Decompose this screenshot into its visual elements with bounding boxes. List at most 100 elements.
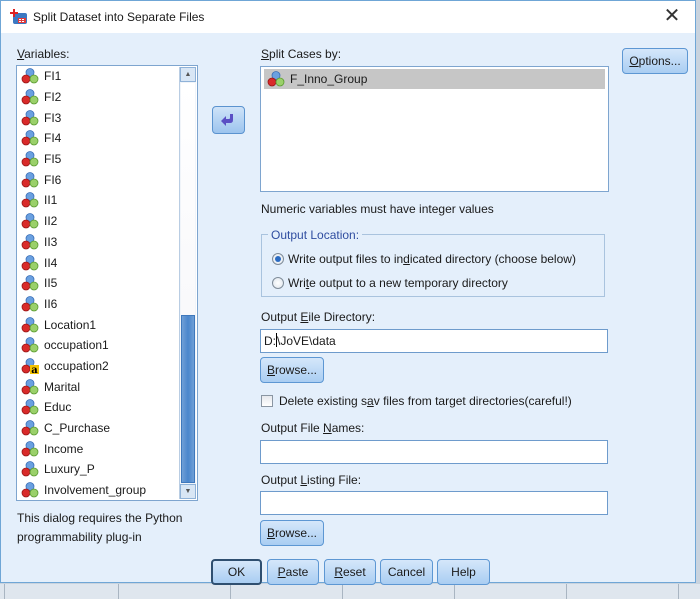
- variable-name: FI3: [44, 110, 62, 125]
- variable-name: II4: [44, 255, 58, 270]
- variable-item[interactable]: II6: [17, 294, 180, 315]
- python-note-line1: This dialog requires the Python: [17, 511, 183, 525]
- output-listing-label: Output Listing File:: [261, 473, 362, 487]
- variable-name: II6: [44, 296, 58, 311]
- split-case-item[interactable]: F_Inno_Group: [264, 69, 605, 89]
- variable-name: Luxury_P: [44, 462, 95, 477]
- nominal-variable-icon: [21, 213, 39, 229]
- browse-directory-button[interactable]: Browse...: [260, 357, 324, 383]
- variable-name: Involvement_group: [44, 483, 147, 498]
- scroll-down-button[interactable]: ▼: [180, 484, 196, 499]
- variable-name: occupation2: [44, 358, 109, 373]
- python-note-line2: programmability plug-in: [17, 530, 142, 544]
- variable-item[interactable]: FI1: [17, 66, 180, 87]
- variable-item[interactable]: Educ: [17, 397, 180, 418]
- nominal-variable-icon: [21, 399, 39, 415]
- variable-name: FI5: [44, 152, 62, 167]
- variable-item[interactable]: FI3: [17, 107, 180, 128]
- nominal-variable-icon: [21, 233, 39, 250]
- variables-label: Variables:: [17, 47, 70, 61]
- variable-item[interactable]: C_Purchase: [17, 418, 180, 439]
- radio-indicated-directory[interactable]: Write output files to indicated director…: [272, 252, 576, 266]
- variable-name: II2: [44, 214, 58, 229]
- nominal-variable-icon: [21, 275, 39, 291]
- nominal-variable-icon: [21, 378, 39, 395]
- variable-name: FI6: [44, 172, 62, 187]
- split-cases-listbox[interactable]: F_Inno_Group: [260, 66, 609, 192]
- split-case-name: F_Inno_Group: [290, 72, 368, 86]
- options-button[interactable]: Options...: [622, 48, 688, 74]
- variable-name: II3: [44, 234, 58, 249]
- variables-scrollbar[interactable]: ▲ ▼: [179, 67, 196, 499]
- triangle-down-icon: ▼: [184, 488, 192, 495]
- nominal-variable-icon: [21, 192, 39, 208]
- variable-name: FI2: [44, 90, 62, 105]
- variable-item[interactable]: II2: [17, 211, 180, 232]
- variable-item[interactable]: a occupation2: [17, 356, 180, 377]
- cancel-button[interactable]: Cancel: [380, 559, 433, 585]
- paste-button[interactable]: Paste: [267, 559, 319, 585]
- split-cases-label: Split Cases by:: [261, 47, 342, 61]
- variable-name: Location1: [44, 317, 97, 332]
- scroll-thumb[interactable]: [181, 315, 195, 483]
- output-file-names-label: Output File Names:: [261, 421, 365, 435]
- ok-button[interactable]: OK: [211, 559, 262, 585]
- variable-item[interactable]: II3: [17, 232, 180, 253]
- variable-item[interactable]: FI2: [17, 87, 180, 108]
- move-variable-button[interactable]: [212, 106, 245, 134]
- variable-item[interactable]: FI6: [17, 169, 180, 190]
- radio-label: Write output to a new temporary director…: [288, 276, 508, 290]
- variable-item[interactable]: occupation1: [17, 335, 180, 356]
- variable-item[interactable]: Location1: [17, 314, 180, 335]
- browse-listing-button[interactable]: Browse...: [260, 520, 324, 546]
- variable-item[interactable]: II5: [17, 273, 180, 294]
- dialog-title: Split Dataset into Separate Files: [33, 10, 205, 24]
- scroll-up-button[interactable]: ▲: [180, 67, 196, 82]
- variable-item[interactable]: Luxury_P: [17, 459, 180, 480]
- variable-item[interactable]: Income: [17, 438, 180, 459]
- radio-label: Write output files to indicated director…: [288, 252, 576, 266]
- radio-temporary-directory[interactable]: Write output to a new temporary director…: [272, 276, 508, 290]
- variable-item[interactable]: Involvement_group: [17, 480, 180, 500]
- nominal-variable-icon: [21, 316, 39, 332]
- nominal-variable-icon: [21, 420, 39, 436]
- nominal-variable-icon: [267, 71, 285, 87]
- nominal-variable-icon: [21, 254, 39, 270]
- nominal-variable-icon: [21, 171, 39, 188]
- close-button[interactable]: ✕: [661, 5, 683, 27]
- nominal-variable-icon: [21, 296, 39, 312]
- variable-name: Income: [44, 441, 84, 456]
- arrow-left-icon: [221, 114, 233, 126]
- nominal-variable-icon: [21, 89, 39, 105]
- output-directory-input[interactable]: D:\JoVE\data: [260, 329, 608, 353]
- background-spreadsheet-grid: [0, 584, 700, 599]
- variable-name: C_Purchase: [44, 421, 111, 436]
- variable-name: II1: [44, 193, 58, 208]
- radio-button-unchecked[interactable]: [272, 277, 284, 289]
- svg-text:a: a: [31, 365, 38, 374]
- variable-item[interactable]: FI5: [17, 149, 180, 170]
- nominal-variable-icon: [21, 440, 39, 457]
- nominal-variable-icon: [21, 130, 39, 146]
- variable-item[interactable]: II1: [17, 190, 180, 211]
- variable-name: II5: [44, 276, 58, 291]
- variable-name: FI4: [44, 131, 62, 146]
- variable-name: occupation1: [44, 338, 109, 353]
- output-file-names-input[interactable]: [260, 440, 608, 464]
- variable-item[interactable]: II4: [17, 252, 180, 273]
- reset-button[interactable]: Reset: [324, 559, 376, 585]
- scroll-track[interactable]: [181, 83, 195, 483]
- radio-button-checked[interactable]: [272, 253, 284, 265]
- delete-existing-checkbox-row[interactable]: Delete existing sav files from target di…: [261, 394, 572, 408]
- delete-existing-checkbox[interactable]: [261, 395, 273, 407]
- variable-item[interactable]: FI4: [17, 128, 180, 149]
- variable-item[interactable]: Marital: [17, 376, 180, 397]
- variable-name: Educ: [44, 400, 72, 415]
- variables-listbox[interactable]: FI1 FI2 FI3 FI4 FI5 FI6 II1 II2 II3 II4 II5 II6 Loca…: [16, 65, 198, 501]
- output-listing-input[interactable]: [260, 491, 608, 515]
- nominal-variable-icon: [21, 151, 39, 167]
- delete-existing-label: Delete existing sav files from target di…: [279, 394, 572, 408]
- variable-name: FI1: [44, 69, 62, 84]
- help-button[interactable]: Help: [437, 559, 490, 585]
- string-nominal-variable-icon: a: [21, 358, 39, 374]
